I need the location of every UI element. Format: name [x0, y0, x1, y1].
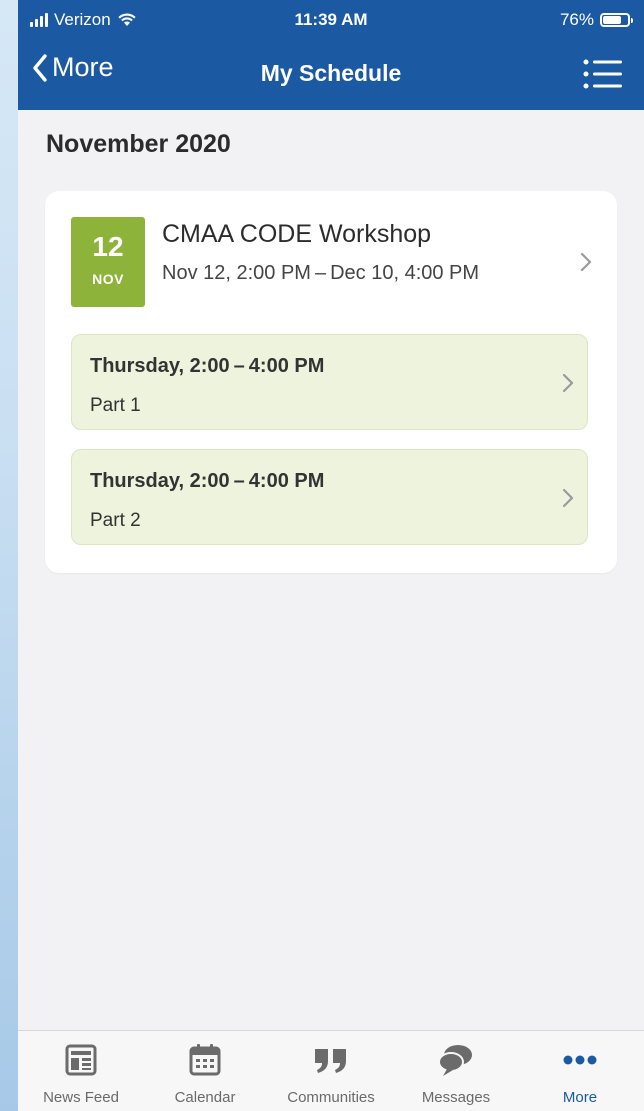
battery-indicator: 76% [559, 10, 633, 30]
chevron-right-icon [580, 252, 592, 272]
status-time: 11:39 AM [294, 10, 368, 29]
session-item[interactable]: Thursday, 2:00 – 4:00 PM Part 1 [71, 334, 588, 430]
date-badge-month: NOV [92, 271, 124, 287]
page-title: My Schedule [260, 60, 402, 86]
event-row[interactable]: 12 NOV CMAA CODE Workshop Nov 12, 2:00 P… [45, 191, 617, 311]
status-bar: Verizon 11:39 AM 76% [18, 0, 644, 40]
tab-label: Calendar [174, 1089, 236, 1106]
battery-icon [600, 13, 633, 27]
battery-percent: 76% [559, 10, 594, 29]
tab-news-feed[interactable]: News Feed [26, 1031, 136, 1111]
session-label: Part 2 [90, 510, 141, 531]
chevron-right-icon [562, 488, 574, 508]
app-screen: Verizon 11:39 AM 76% More My Schedule No… [18, 0, 644, 1111]
list-menu-icon[interactable] [582, 56, 624, 92]
month-heading: November 2020 [46, 130, 231, 158]
header: Verizon 11:39 AM 76% More My Schedule [18, 0, 644, 110]
tab-label: News Feed [43, 1089, 119, 1106]
tab-label: More [562, 1089, 598, 1106]
messages-icon [438, 1045, 472, 1076]
more-icon [563, 1055, 597, 1065]
communities-icon [315, 1049, 346, 1073]
news-feed-icon [65, 1044, 97, 1076]
date-badge-day: 12 [92, 231, 124, 262]
session-label: Part 1 [90, 395, 141, 416]
tab-calendar[interactable]: Calendar [150, 1031, 260, 1111]
tab-messages[interactable]: Messages [401, 1031, 511, 1111]
tab-more[interactable]: More [525, 1031, 635, 1111]
tab-bar: News Feed Calendar Communities Messages … [18, 1030, 644, 1111]
event-date-range: Nov 12, 2:00 PM – Dec 10, 4:00 PM [162, 262, 480, 284]
session-time: Thursday, 2:00 – 4:00 PM [90, 355, 325, 377]
event-title: CMAA CODE Workshop [162, 220, 432, 248]
session-time: Thursday, 2:00 – 4:00 PM [90, 470, 325, 492]
tab-communities[interactable]: Communities [276, 1031, 386, 1111]
tab-label: Communities [287, 1089, 375, 1106]
chevron-right-icon [562, 373, 574, 393]
event-card: 12 NOV CMAA CODE Workshop Nov 12, 2:00 P… [45, 191, 617, 573]
tab-label: Messages [421, 1089, 491, 1106]
session-item[interactable]: Thursday, 2:00 – 4:00 PM Part 2 [71, 449, 588, 545]
nav-bar: More My Schedule [18, 40, 644, 110]
date-badge: 12 NOV [71, 217, 145, 307]
calendar-icon [189, 1044, 221, 1076]
